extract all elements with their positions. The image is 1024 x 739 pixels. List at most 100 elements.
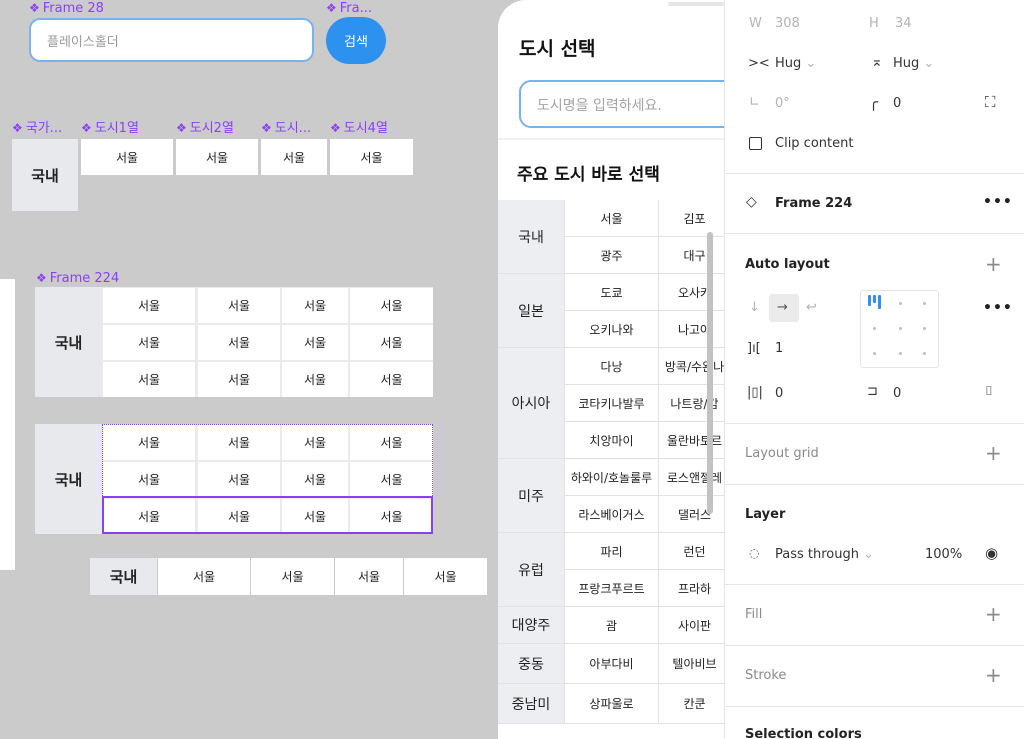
city-option[interactable]: 광주 bbox=[564, 237, 658, 274]
city-option[interactable]: 김포 bbox=[658, 200, 724, 237]
city-option[interactable]: 대구 bbox=[658, 237, 724, 274]
city-option[interactable]: 도쿄 bbox=[564, 274, 658, 311]
table-region-header[interactable]: 국내 bbox=[90, 558, 157, 595]
table-cell[interactable]: 서울 bbox=[282, 325, 348, 360]
table-cell[interactable]: 서울 bbox=[103, 362, 195, 397]
table-cell[interactable]: 서울 bbox=[251, 558, 334, 595]
alignment-indicator bbox=[868, 295, 871, 306]
divider bbox=[498, 138, 724, 140]
city4-component-label[interactable]: ❖ 도시4열 bbox=[330, 120, 388, 137]
offscreen-frame[interactable] bbox=[0, 279, 15, 570]
city-option[interactable]: 로스앤젤레 bbox=[658, 459, 724, 496]
height-field[interactable]: 34 bbox=[895, 16, 912, 31]
add-auto-layout-icon[interactable]: + bbox=[985, 254, 1002, 274]
gap-icon: ]ı[ bbox=[747, 341, 761, 356]
city-option[interactable]: 괌 bbox=[564, 607, 658, 644]
component-name[interactable]: Frame 224 bbox=[775, 196, 852, 211]
hug-height-icon: ⌅ bbox=[871, 54, 883, 70]
individual-padding-icon[interactable]: ⌷ bbox=[985, 384, 993, 399]
table-cell[interactable]: 서울 bbox=[198, 362, 280, 397]
city-option[interactable]: 프라하 bbox=[658, 570, 724, 607]
add-layout-grid-icon[interactable]: + bbox=[985, 443, 1002, 463]
more-layout-options-icon[interactable]: ••• bbox=[983, 300, 1013, 316]
corner-radius-field[interactable]: 0 bbox=[893, 96, 901, 111]
city-option[interactable]: 다낭 bbox=[564, 348, 658, 385]
eye-icon[interactable]: ◉ bbox=[985, 544, 998, 562]
city4-component[interactable]: 서울 bbox=[330, 139, 413, 175]
divider bbox=[725, 173, 1024, 174]
city-option[interactable]: 나트랑/캄 bbox=[658, 385, 724, 422]
city-option[interactable]: 아부다비 bbox=[564, 644, 658, 684]
more-options-icon[interactable]: ••• bbox=[983, 194, 1013, 210]
frame-28-label[interactable]: ❖ Frame 28 bbox=[29, 0, 104, 17]
city-option[interactable]: 방콕/수완나 bbox=[658, 348, 724, 385]
country-component[interactable]: 국내 bbox=[12, 139, 78, 211]
city1-component[interactable]: 서울 bbox=[81, 139, 173, 175]
blend-mode-select[interactable]: Pass through ⌄ bbox=[775, 547, 874, 562]
city2-component[interactable]: 서울 bbox=[176, 139, 258, 175]
frame-224-label[interactable]: ❖ Frame 224 bbox=[36, 270, 119, 287]
table-cell[interactable]: 서울 bbox=[103, 288, 195, 323]
country-component-label[interactable]: ❖ 국가... bbox=[12, 120, 62, 137]
table-cell[interactable]: 서울 bbox=[350, 362, 433, 397]
phone-notch bbox=[668, 2, 724, 6]
city-option[interactable]: 파리 bbox=[564, 533, 658, 570]
city-option[interactable]: 하와이/호놀룰루 bbox=[564, 459, 658, 496]
table-cell[interactable]: 서울 bbox=[282, 362, 348, 397]
fra-label[interactable]: ❖ Fra... bbox=[326, 0, 372, 17]
alignment-dot bbox=[899, 352, 902, 355]
search-input[interactable]: 플레이스홀더 bbox=[29, 18, 314, 62]
gap-field[interactable]: 1 bbox=[775, 341, 783, 356]
rotation-field[interactable]: 0° bbox=[775, 96, 790, 111]
hug-height-select[interactable]: Hug ⌄ bbox=[893, 56, 934, 71]
city-option[interactable]: 치앙마이 bbox=[564, 422, 658, 459]
city-option[interactable]: 울란바토르 bbox=[658, 422, 724, 459]
hug-width-select[interactable]: Hug ⌄ bbox=[775, 56, 816, 71]
city-option[interactable]: 런던 bbox=[658, 533, 724, 570]
table-region-header[interactable]: 국내 bbox=[35, 287, 102, 397]
vertical-padding-field[interactable]: 0 bbox=[893, 386, 901, 401]
clip-content-checkbox[interactable] bbox=[749, 137, 762, 150]
city3-component[interactable]: 서울 bbox=[261, 139, 327, 175]
table-cell[interactable]: 서울 bbox=[350, 325, 433, 360]
add-stroke-icon[interactable]: + bbox=[985, 665, 1002, 685]
city-option[interactable]: 오사카 bbox=[658, 274, 724, 311]
table-cell[interactable]: 서울 bbox=[350, 288, 433, 323]
city3-component-label[interactable]: ❖ 도시... bbox=[261, 120, 311, 137]
city-option[interactable]: 칸쿤 bbox=[658, 684, 724, 724]
direction-horizontal-icon[interactable]: → bbox=[777, 300, 788, 315]
search-button[interactable]: 검색 bbox=[326, 17, 386, 64]
city2-component-label[interactable]: ❖ 도시2열 bbox=[176, 120, 234, 137]
alignment-dot bbox=[899, 327, 902, 330]
city-option[interactable]: 사이판 bbox=[658, 607, 724, 644]
independent-corners-icon[interactable]: ⛶ bbox=[985, 93, 996, 111]
city-option[interactable]: 코타키나발루 bbox=[564, 385, 658, 422]
table-cell[interactable]: 서울 bbox=[198, 288, 280, 323]
city-option[interactable]: 오키나와 bbox=[564, 311, 658, 348]
table-cell[interactable]: 서울 bbox=[335, 558, 403, 595]
table-cell[interactable]: 서울 bbox=[103, 325, 195, 360]
city-option[interactable]: 프랑크푸르트 bbox=[564, 570, 658, 607]
table-cell[interactable]: 서울 bbox=[158, 558, 250, 595]
table-cell[interactable]: 서울 bbox=[282, 288, 348, 323]
scrollbar[interactable] bbox=[707, 232, 713, 514]
alignment-grid[interactable] bbox=[860, 290, 939, 368]
table-cell[interactable]: 서울 bbox=[404, 558, 487, 595]
width-field[interactable]: 308 bbox=[775, 16, 800, 31]
add-fill-icon[interactable]: + bbox=[985, 604, 1002, 624]
city-option[interactable]: 텔아비브 bbox=[658, 644, 724, 684]
direction-vertical-icon[interactable]: ↓ bbox=[749, 300, 760, 315]
horizontal-padding-field[interactable]: 0 bbox=[775, 386, 783, 401]
alignment-dot bbox=[923, 302, 926, 305]
opacity-field[interactable]: 100% bbox=[925, 547, 962, 562]
city-option[interactable]: 나고야 bbox=[658, 311, 724, 348]
table-region-header[interactable]: 국내 bbox=[35, 424, 102, 534]
city-option[interactable]: 댈러스 bbox=[658, 496, 724, 533]
city-option[interactable]: 서울 bbox=[564, 200, 658, 237]
table-cell[interactable]: 서울 bbox=[198, 325, 280, 360]
city1-component-label[interactable]: ❖ 도시1열 bbox=[81, 120, 139, 137]
city-search-input[interactable]: 도시명을 입력하세요. bbox=[519, 80, 724, 128]
wrap-icon[interactable]: ↩ bbox=[806, 300, 817, 315]
city-option[interactable]: 상파울로 bbox=[564, 684, 658, 724]
city-option[interactable]: 라스베이거스 bbox=[564, 496, 658, 533]
